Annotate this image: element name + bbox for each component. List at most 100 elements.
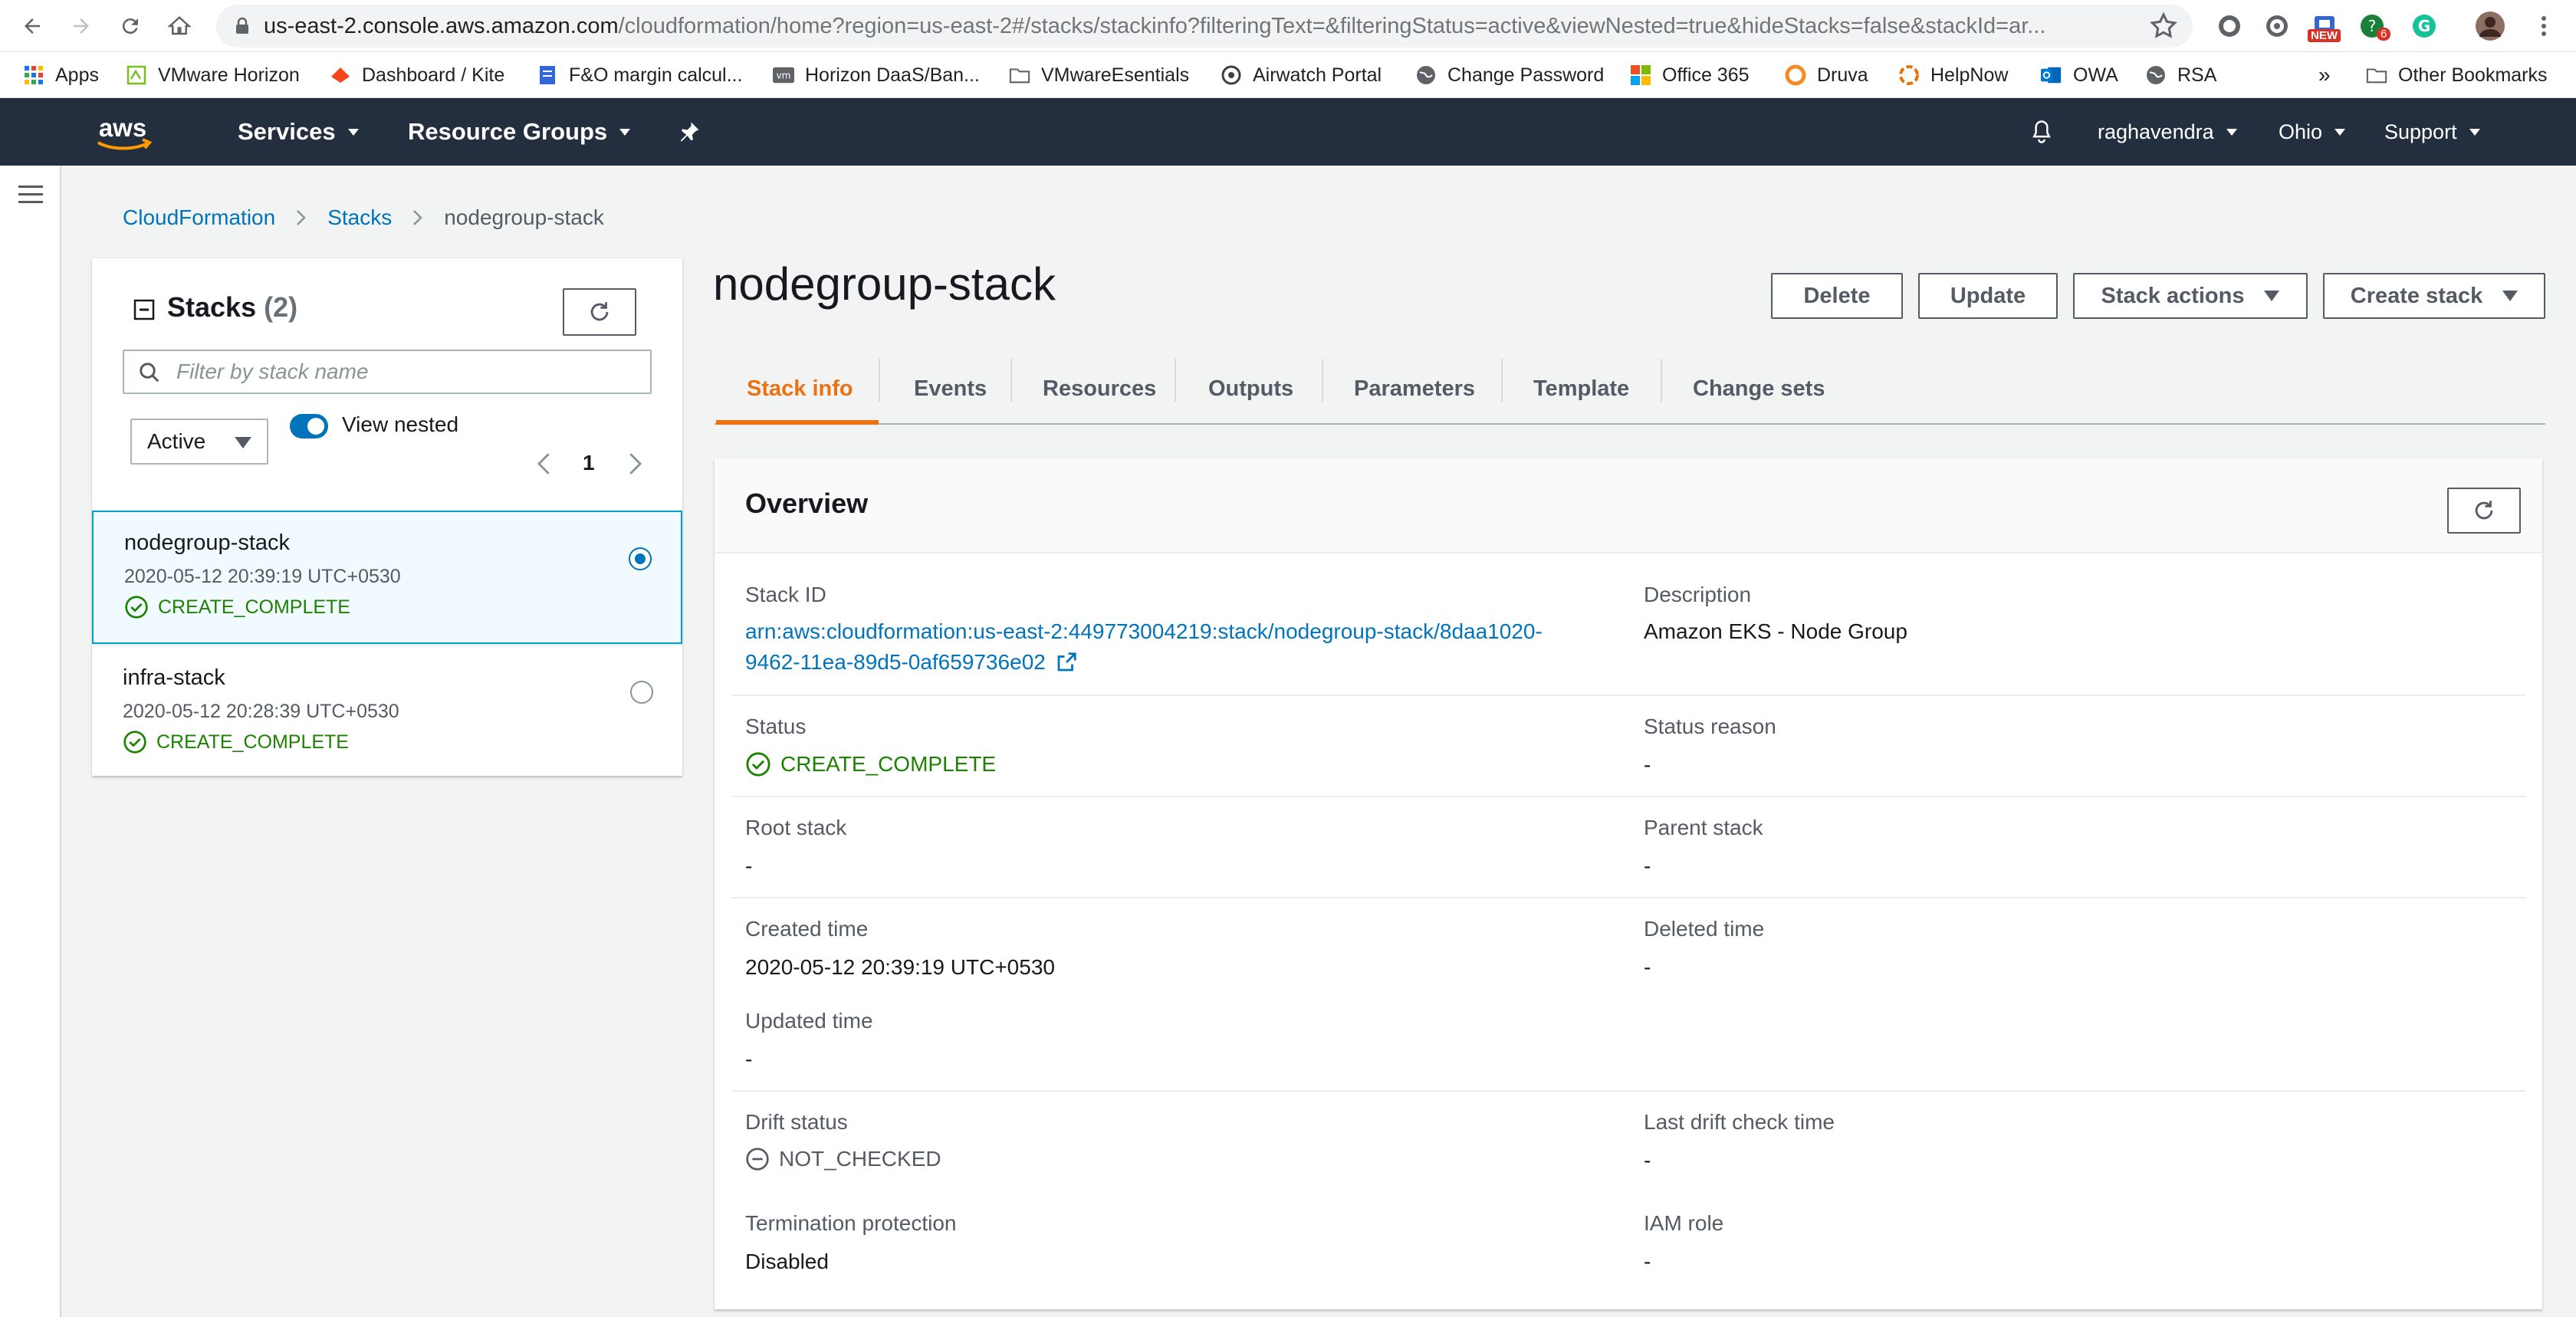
termination-protection-value: Disabled <box>745 1250 829 1273</box>
back-icon[interactable] <box>17 11 48 41</box>
reload-icon[interactable] <box>115 11 146 41</box>
update-button[interactable]: Update <box>1918 273 2058 319</box>
apps-grid-icon <box>23 64 44 86</box>
bookmark-margin-calculator[interactable]: F&O margin calcul... <box>537 52 742 98</box>
aws-logo[interactable]: aws <box>92 117 156 155</box>
pin-icon[interactable] <box>678 98 701 166</box>
profile-avatar-icon[interactable] <box>2475 11 2505 41</box>
resource-groups-menu[interactable]: Resource Groups <box>408 98 631 166</box>
caret-down-icon <box>2334 128 2346 136</box>
bookmark-office365[interactable]: Office 365 <box>1630 52 1750 98</box>
bookmarks-overflow[interactable]: » <box>2318 52 2331 98</box>
success-check-icon <box>123 730 147 754</box>
extension-new-icon[interactable]: NEW <box>2308 11 2341 42</box>
bookmark-helpnow[interactable]: HelpNow <box>1898 52 2008 98</box>
address-bar[interactable]: us-east-2.console.aws.amazon.com/cloudfo… <box>216 5 2193 48</box>
tab-change-sets[interactable]: Change sets <box>1693 353 1825 425</box>
forward-icon[interactable] <box>66 11 97 41</box>
status-filter-select[interactable]: Active <box>130 419 268 465</box>
tab-parameters[interactable]: Parameters <box>1354 353 1475 425</box>
bookmark-apps[interactable]: Apps <box>23 52 99 98</box>
stacks-panel-title: Stacks (2) <box>167 291 298 323</box>
stack-id-link-line1[interactable]: arn:aws:cloudformation:us-east-2:4497730… <box>745 619 1543 644</box>
refresh-overview-button[interactable] <box>2447 488 2521 534</box>
search-icon <box>138 361 161 384</box>
next-page-icon[interactable] <box>626 451 644 477</box>
home-icon[interactable] <box>164 11 195 41</box>
services-menu[interactable]: Services <box>238 98 359 166</box>
lock-icon <box>235 17 250 35</box>
support-menu[interactable]: Support <box>2384 98 2480 166</box>
root-stack-value: - <box>745 854 753 878</box>
stack-name[interactable]: infra-stack <box>123 665 225 691</box>
grammarly-icon[interactable]: G <box>2409 11 2440 41</box>
status-value: CREATE_COMPLETE <box>745 751 996 777</box>
status-label: Status <box>745 714 807 738</box>
bookmark-dashboard-kite[interactable]: Dashboard / Kite <box>330 52 504 98</box>
chrome-menu-icon[interactable] <box>2528 11 2559 41</box>
tab-template[interactable]: Template <box>1533 353 1629 425</box>
bookmark-star-icon[interactable] <box>2148 11 2179 41</box>
caret-down-icon <box>2469 128 2480 136</box>
collapse-panel-icon[interactable] <box>133 299 155 320</box>
extension-helper-icon[interactable]: ? 6 <box>2357 11 2391 41</box>
current-page[interactable]: 1 <box>583 451 595 475</box>
account-menu[interactable]: raghavendra <box>2098 98 2237 166</box>
side-navigation-rail <box>0 166 61 1317</box>
tab-outputs[interactable]: Outputs <box>1208 353 1293 425</box>
breadcrumb-current: nodegroup-stack <box>444 205 604 229</box>
bookmark-vmwareesentials[interactable]: VMwareEsentials <box>1009 52 1189 98</box>
page-title: nodegroup-stack <box>713 258 1056 310</box>
refresh-icon <box>586 299 613 325</box>
hamburger-menu-icon[interactable] <box>18 184 43 205</box>
view-nested-toggle[interactable] <box>290 414 328 438</box>
parent-stack-value: - <box>1644 854 1651 878</box>
active-tab-indicator <box>716 420 879 425</box>
folder-icon <box>2366 64 2387 86</box>
notifications-bell-icon[interactable] <box>2030 98 2053 166</box>
other-bookmarks[interactable]: Other Bookmarks <box>2366 52 2548 98</box>
extension-globe-icon[interactable] <box>2262 11 2292 41</box>
tab-events[interactable]: Events <box>914 353 987 425</box>
overview-header <box>715 458 2542 553</box>
breadcrumb-stacks[interactable]: Stacks <box>327 205 392 230</box>
vm-icon: vm <box>773 64 794 86</box>
stack-created-time: 2020-05-12 20:28:39 UTC+0530 <box>123 701 399 722</box>
create-stack-button[interactable]: Create stack <box>2323 273 2545 319</box>
stack-list-item[interactable]: infra-stack 2020-05-12 20:28:39 UTC+0530… <box>92 644 682 776</box>
created-time-label: Created time <box>745 917 869 941</box>
bookmark-druva[interactable]: Druva <box>1785 52 1868 98</box>
extension-record-icon[interactable] <box>2214 11 2245 41</box>
view-nested-label: View nested <box>342 412 459 436</box>
stack-actions-button[interactable]: Stack actions <box>2073 273 2308 319</box>
stack-id-link-line2[interactable]: 9462-11ea-89d5-0af659736e02 <box>745 650 1078 675</box>
iam-role-label: IAM role <box>1644 1211 1724 1235</box>
delete-button[interactable]: Delete <box>1771 273 1903 319</box>
refresh-icon <box>2471 498 2497 524</box>
vmware-horizon-icon <box>126 64 147 86</box>
region-menu[interactable]: Ohio <box>2279 98 2346 166</box>
stack-select-radio[interactable] <box>629 547 652 570</box>
stack-name[interactable]: nodegroup-stack <box>124 530 290 556</box>
bookmark-owa[interactable]: OWA <box>2041 52 2118 98</box>
bookmark-vmware-horizon[interactable]: VMware Horizon <box>126 52 300 98</box>
stack-select-radio[interactable] <box>630 681 653 704</box>
bookmark-change-password[interactable]: Change Password <box>1415 52 1604 98</box>
bookmark-rsa[interactable]: RSA <box>2145 52 2216 98</box>
tab-stack-info[interactable]: Stack info <box>747 353 853 425</box>
previous-page-icon[interactable] <box>535 451 554 477</box>
stack-status: CREATE_COMPLETE <box>123 730 349 754</box>
drift-status-label: Drift status <box>745 1110 848 1134</box>
bookmark-airwatch[interactable]: Airwatch Portal <box>1221 52 1382 98</box>
aws-logo-text: aws <box>99 117 146 142</box>
refresh-stacks-button[interactable] <box>563 288 636 336</box>
stack-filter-input[interactable]: Filter by stack name <box>123 350 652 394</box>
status-reason-label: Status reason <box>1644 714 1776 738</box>
updated-time-label: Updated time <box>745 1009 873 1033</box>
success-check-icon <box>124 595 149 619</box>
bookmark-horizon-daas[interactable]: vm Horizon DaaS/Ban... <box>773 52 980 98</box>
chevron-right-icon <box>295 209 307 227</box>
breadcrumb-cloudformation[interactable]: CloudFormation <box>123 205 275 230</box>
tab-resources[interactable]: Resources <box>1043 353 1156 425</box>
stack-list-item-selected[interactable]: nodegroup-stack 2020-05-12 20:39:19 UTC+… <box>92 511 682 644</box>
